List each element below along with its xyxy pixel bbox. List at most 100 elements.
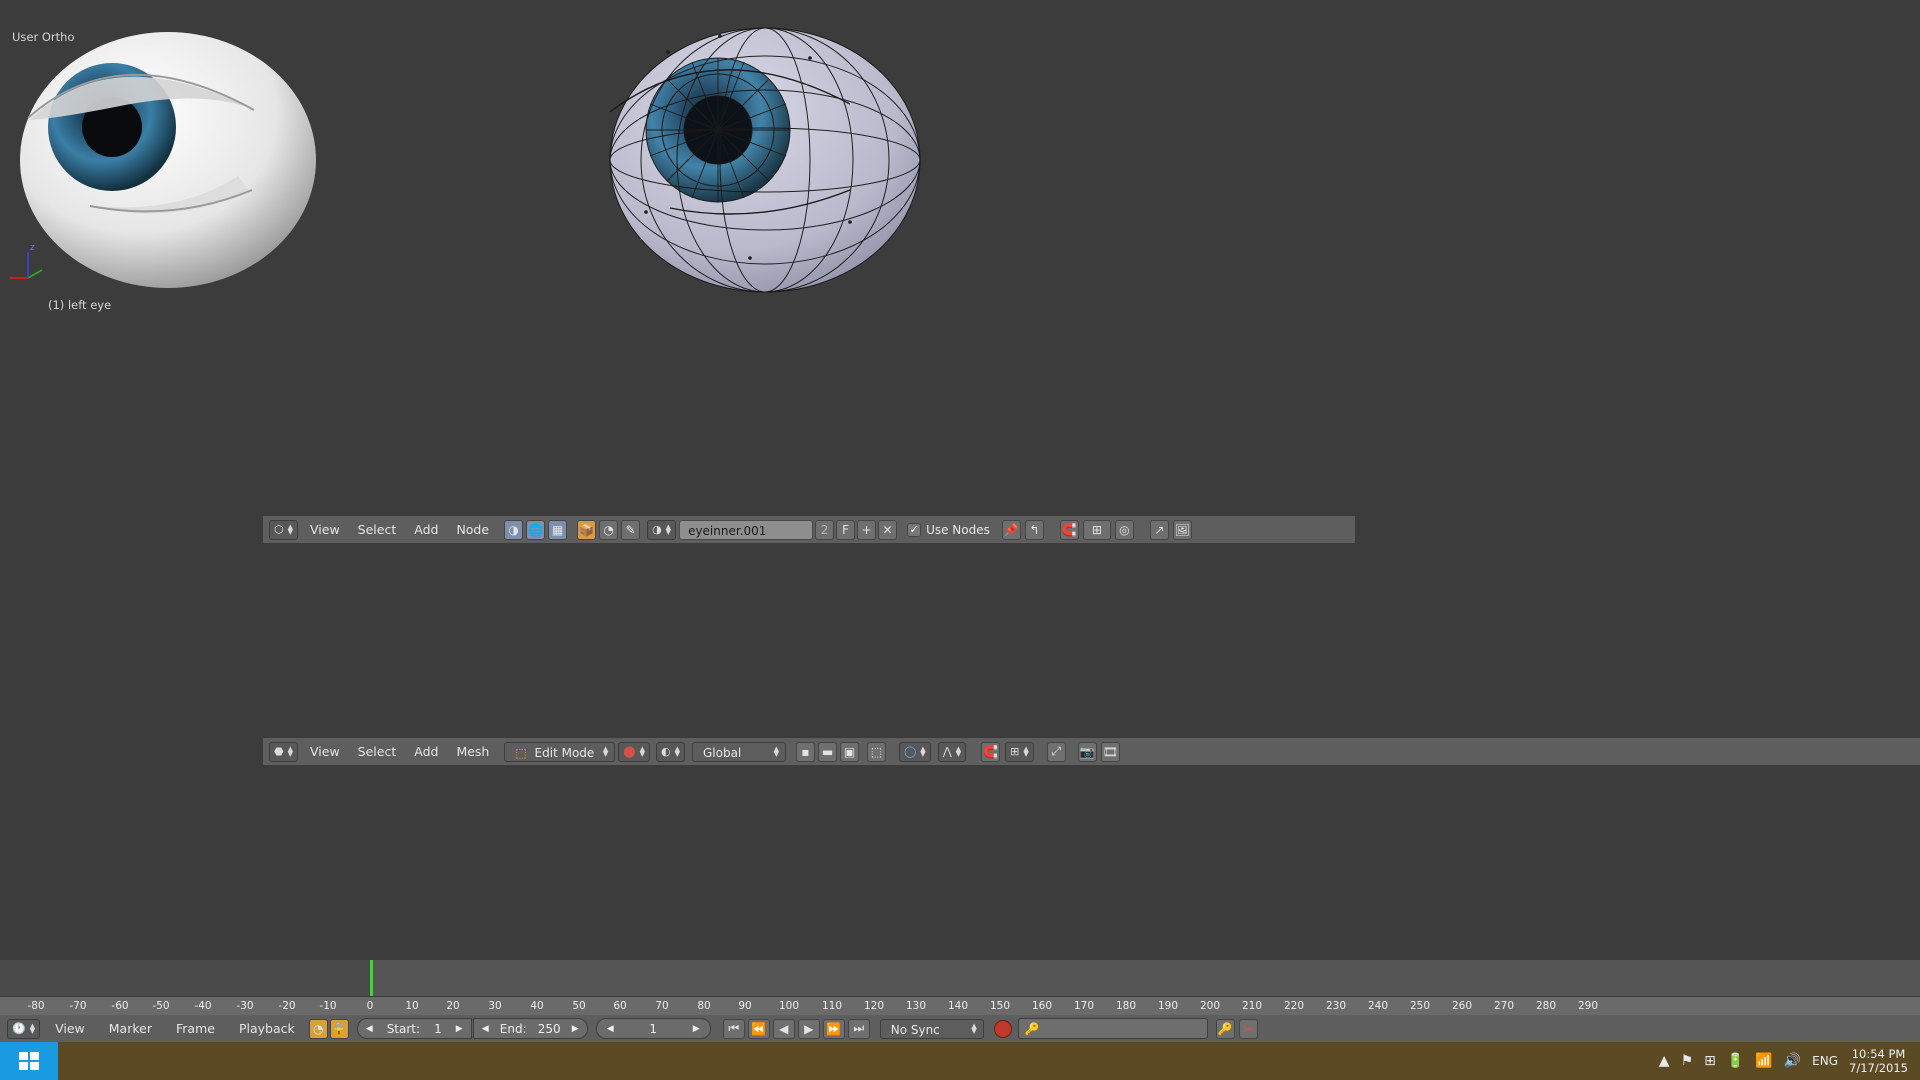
shader-type-world-button[interactable]: 🌐	[526, 519, 546, 540]
node-menu-node[interactable]: Node	[447, 517, 498, 543]
decrement-arrow-icon[interactable]: ◀	[607, 1024, 614, 1034]
increment-arrow-icon[interactable]: ▶	[456, 1024, 463, 1034]
shader-type-object-button[interactable]: ◑	[504, 519, 524, 540]
render-opengl-anim-button[interactable]: 🎞	[1100, 741, 1120, 762]
pin-node-tree-button[interactable]: 📌	[1001, 519, 1021, 540]
action-center-flag-icon[interactable]: ⚑	[1681, 1053, 1694, 1069]
proportional-edit-selector[interactable]: ◯ ▲ ▼	[898, 741, 931, 762]
timeline-header: 🕐 ▲ ▼ View Marker Frame Playback ◔ 🔒 ◀ St…	[0, 1015, 1920, 1042]
node-material-fake-user-button[interactable]: F	[836, 519, 856, 540]
current-frame-indicator[interactable]	[370, 960, 373, 996]
view3d-editor-type-selector[interactable]: ⬣ ▲ ▼	[269, 741, 298, 762]
pivot-point-selector[interactable]: ◐ ▲ ▼	[655, 741, 685, 762]
snap-toggle-button[interactable]: 🧲	[1059, 519, 1079, 540]
svg-text:z: z	[30, 243, 35, 253]
start-frame-field[interactable]: ◀ Start: 1 ▶	[356, 1018, 472, 1039]
shader-type-texture-button[interactable]: ▦	[548, 519, 568, 540]
next-keyframe-button[interactable]: ⏩	[822, 1018, 845, 1039]
node-material-new-button[interactable]: +	[857, 519, 877, 540]
tick: 130	[905, 1000, 927, 1012]
keying-set-field[interactable]: 🔑	[1017, 1018, 1208, 1039]
timeline-editor-type-selector[interactable]: 🕐 ▲ ▼	[7, 1018, 41, 1039]
increment-arrow-icon[interactable]: ▶	[693, 1024, 700, 1034]
play-button[interactable]: ▶	[797, 1018, 820, 1039]
lock-frame-button[interactable]: 🔒	[329, 1018, 349, 1039]
falloff-selector[interactable]: ⋀ ▲ ▼	[937, 741, 967, 762]
chevron-updown-icon: ▲▼	[665, 522, 672, 536]
occlude-geometry-button[interactable]: ⬚	[866, 741, 886, 762]
sync-mode-dropdown[interactable]: No Sync ▲ ▼	[879, 1018, 984, 1039]
windows-tray-icon[interactable]: ⊞	[1704, 1053, 1716, 1069]
pivot-icon: ◐	[660, 745, 671, 758]
view3d-menu-view[interactable]: View	[301, 739, 349, 765]
clock[interactable]: 10:54 PM 7/17/2015	[1849, 1047, 1908, 1075]
start-button[interactable]	[0, 1042, 58, 1080]
view3d-menu-select[interactable]: Select	[349, 739, 406, 765]
slot-brush-button[interactable]: ✎	[621, 519, 641, 540]
snap-element-selector[interactable]: ⊞ ▲ ▼	[1005, 741, 1034, 762]
node-material-users-count[interactable]: 2	[815, 519, 835, 540]
vertex-select-mode-button[interactable]: ▪	[795, 741, 815, 762]
interaction-mode-dropdown[interactable]: ⬚ Edit Mode ▲ ▼	[504, 741, 616, 762]
tick: 20	[446, 1000, 460, 1012]
use-nodes-checkbox[interactable]: ✓	[907, 522, 922, 537]
volume-icon[interactable]: 🔊	[1784, 1053, 1801, 1069]
node-editor-type-selector[interactable]: ⬡ ▲ ▼	[269, 519, 298, 540]
node-backdrop-button[interactable]: 🖼	[1172, 519, 1192, 540]
tick: 170	[1073, 1000, 1095, 1012]
use-preview-range-button[interactable]: ◔	[308, 1018, 328, 1039]
language-indicator[interactable]: ENG	[1812, 1054, 1838, 1068]
node-menu-select[interactable]: Select	[349, 517, 406, 543]
play-reverse-button[interactable]: ◀	[772, 1018, 795, 1039]
auto-keyframe-button[interactable]	[993, 1019, 1012, 1038]
battery-icon[interactable]: 🔋	[1727, 1053, 1744, 1069]
node-menu-add[interactable]: Add	[405, 517, 447, 543]
tick: 230	[1325, 1000, 1347, 1012]
material-browse-selector[interactable]: ◑ ▲ ▼	[647, 519, 677, 540]
decrement-arrow-icon[interactable]: ◀	[482, 1024, 489, 1034]
view3d-menu-mesh[interactable]: Mesh	[447, 739, 498, 765]
insert-keyframe-button[interactable]: 🔑	[1215, 1018, 1235, 1039]
snap-grid-icon: ⊞	[1010, 745, 1020, 758]
interaction-mode-value: Edit Mode	[534, 745, 595, 760]
timeline-strip[interactable]	[0, 960, 1920, 996]
viewport-shading-selector[interactable]: ⬤ ▲ ▼	[618, 741, 650, 762]
auto-offset-button[interactable]: ↗	[1149, 519, 1169, 540]
uv-sync-button[interactable]: ⤢	[1046, 741, 1066, 762]
slot-object-button[interactable]: 📦	[577, 519, 597, 540]
network-icon[interactable]: 📶	[1755, 1053, 1772, 1069]
node-material-unlink-button[interactable]: ✕	[878, 519, 898, 540]
timeline-menu-playback[interactable]: Playback	[227, 1016, 307, 1042]
decrement-arrow-icon[interactable]: ◀	[366, 1024, 373, 1034]
edge-select-mode-button[interactable]: ▬	[817, 741, 837, 762]
end-frame-field[interactable]: ◀ End: 250 ▶	[472, 1018, 588, 1039]
chevron-updown-icon: ▲▼	[602, 744, 609, 758]
snap-toggle-button[interactable]: 🧲	[981, 741, 1001, 762]
proportional-edit-button[interactable]: ◎	[1114, 519, 1134, 540]
timeline-menu-view[interactable]: View	[43, 1016, 97, 1042]
chevron-updown-icon: ▲▼	[674, 744, 680, 758]
delete-keyframe-button[interactable]: ✂	[1238, 1018, 1258, 1039]
3d-viewport: z User Ortho (1) left eye	[0, 0, 1920, 1080]
node-menu-view[interactable]: View	[301, 517, 349, 543]
timeline-ruler[interactable]: -80 -70 -60 -50 -40 -30 -20 -10 0 10 20 …	[0, 996, 1920, 1015]
render-opengl-button[interactable]: 📷	[1077, 741, 1097, 762]
view3d-menu-add[interactable]: Add	[405, 739, 447, 765]
tick: 50	[572, 1000, 586, 1012]
snap-element-button[interactable]: ⊞	[1082, 519, 1111, 540]
jump-to-start-button[interactable]: ⏮	[722, 1018, 745, 1039]
tick: -50	[152, 1000, 170, 1012]
timeline-menu-marker[interactable]: Marker	[97, 1016, 164, 1042]
tick: 220	[1283, 1000, 1305, 1012]
current-frame-field[interactable]: ◀ 1 ▶	[595, 1018, 711, 1039]
timeline-menu-frame[interactable]: Frame	[164, 1016, 227, 1042]
increment-arrow-icon[interactable]: ▶	[572, 1024, 579, 1034]
go-to-parent-button[interactable]: ↰	[1024, 519, 1044, 540]
jump-to-end-button[interactable]: ⏭	[847, 1018, 870, 1039]
transform-orientation-dropdown[interactable]: Global ▲ ▼	[691, 741, 786, 762]
prev-keyframe-button[interactable]: ⏪	[747, 1018, 770, 1039]
node-material-name-field[interactable]: eyeinner.001	[679, 519, 814, 540]
slot-world-button[interactable]: ◔	[599, 519, 619, 540]
face-select-mode-button[interactable]: ▣	[839, 741, 859, 762]
show-hidden-icons-button[interactable]: ▲	[1659, 1053, 1670, 1069]
